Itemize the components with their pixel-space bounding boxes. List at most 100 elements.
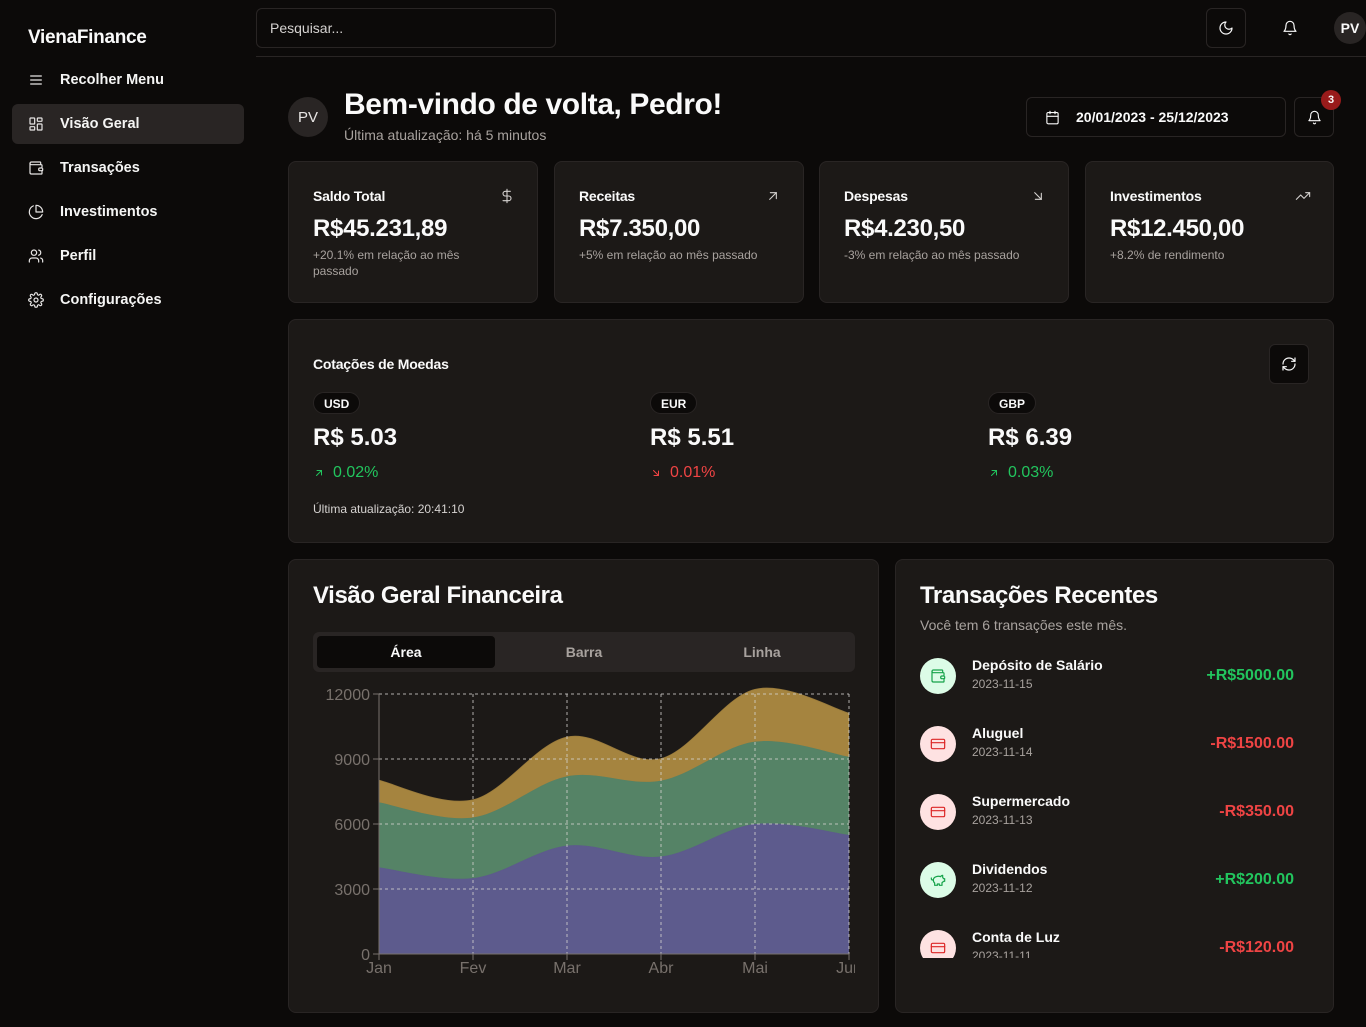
pie-chart-icon [28, 204, 44, 220]
sidebar-nav: Recolher Menu Visão Geral Transações Inv… [12, 60, 244, 324]
sidebar-item-label: Investimentos [60, 204, 158, 220]
sidebar-item-label: Transações [60, 160, 140, 176]
date-range-picker[interactable]: 20/01/2023 - 25/12/2023 [1026, 97, 1286, 137]
menu-icon [30, 75, 42, 85]
y-tick-label: 6000 [334, 817, 370, 834]
list-item[interactable]: Depósito de Salário 2023-11-15 +R$5000.0… [920, 656, 1294, 724]
list-item[interactable]: Supermercado 2023-11-13 -R$350.00 [920, 792, 1294, 860]
currency-change-value: 0.01% [670, 464, 716, 481]
arrow-up-right-icon [765, 188, 781, 204]
currency-quotes-title: Cotações de Moedas [313, 356, 449, 372]
sidebar-item-transactions[interactable]: Transações [12, 148, 244, 188]
transaction-name: Aluguel [972, 725, 1024, 741]
transaction-date: 2023-11-11 [972, 949, 1032, 958]
transaction-date: 2023-11-12 [972, 881, 1033, 895]
sidebar-item-label: Recolher Menu [60, 72, 164, 88]
calendar-icon [1046, 110, 1059, 124]
currency-quotes-card: Cotações de Moedas USD R$ 5.03 0.02% EUR… [288, 319, 1334, 543]
currency-code-badge: EUR [650, 392, 698, 414]
stat-card-income: Receitas R$7.350,00 +5% em relação ao mê… [554, 161, 804, 303]
stat-value: R$45.231,89 [313, 215, 448, 242]
page-title: Bem-vindo de volta, Pedro! [344, 88, 722, 121]
currency-change-value: 0.03% [1008, 464, 1054, 481]
chart-title: Visão Geral Financeira [313, 582, 563, 609]
currency-code-badge: GBP [988, 392, 1037, 414]
dollar-icon-svg [502, 188, 512, 204]
y-tick-label: 3000 [334, 882, 370, 899]
sidebar-item-label: Configurações [60, 292, 162, 308]
financial-overview-card: Visão Geral Financeira Área Barra Linha … [288, 559, 879, 1013]
date-range-label: 20/01/2023 - 25/12/2023 [1076, 109, 1229, 125]
stat-value: R$12.450,00 [1110, 215, 1245, 242]
currency-usd: USD R$ 5.03 0.02% [313, 392, 613, 482]
transaction-amount: -R$350.00 [1219, 803, 1294, 820]
area-chart: 030006000900012000JanFevMarAbrMaiJun [326, 687, 856, 977]
transaction-amount: +R$5000.00 [1206, 667, 1294, 684]
sidebar-item-profile[interactable]: Perfil [12, 236, 244, 276]
brand-logo: VienaFinance [28, 27, 147, 48]
sidebar-item-overview[interactable]: Visão Geral [12, 104, 244, 144]
x-tick-label: Jan [366, 960, 392, 977]
transaction-date: 2023-11-13 [972, 813, 1033, 827]
transaction-name: Dividendos [972, 861, 1048, 877]
currency-value: R$ 5.03 [313, 424, 398, 451]
currency-change: 0.02% [313, 464, 613, 482]
stat-title: Investimentos [1110, 188, 1202, 204]
sidebar-item-collapse-menu[interactable]: Recolher Menu [12, 60, 244, 100]
stat-subtext: -3% em relação ao mês passado [844, 248, 1020, 262]
sidebar-item-label: Perfil [60, 248, 97, 264]
sidebar: VienaFinance Recolher Menu Visão Geral T… [0, 0, 256, 1027]
list-item[interactable]: Conta de Luz 2023-11-11 -R$120.00 [920, 928, 1294, 958]
transaction-date: 2023-11-14 [972, 745, 1033, 759]
x-tick-label: Mar [553, 960, 581, 977]
piggy-bank-icon [930, 874, 946, 886]
gear-icon [28, 292, 44, 308]
tab-area[interactable]: Área [317, 636, 495, 668]
tab-line[interactable]: Linha [673, 636, 851, 668]
stat-card-investments: Investimentos R$12.450,00 +8.2% de rendi… [1085, 161, 1334, 303]
currency-value: R$ 5.51 [650, 424, 735, 451]
moon-icon [1219, 21, 1233, 35]
stat-subtext: +8.2% de rendimento [1110, 248, 1225, 262]
currency-eur: EUR R$ 5.51 0.01% [650, 392, 950, 482]
tab-bar[interactable]: Barra [495, 636, 673, 668]
arrow-up-right-icon [316, 470, 322, 476]
x-tick-label: Abr [649, 960, 675, 977]
bell-icon [1307, 110, 1321, 124]
list-item[interactable]: Aluguel 2023-11-14 -R$1500.00 [920, 724, 1294, 792]
refresh-button[interactable] [1269, 344, 1309, 384]
transaction-icon [920, 726, 956, 762]
list-item[interactable]: Dividendos 2023-11-12 +R$200.00 [920, 860, 1294, 928]
chart-type-tabs: Área Barra Linha [313, 632, 855, 672]
dollar-icon [499, 188, 515, 204]
last-update-text: Última atualização: há 5 minutos [344, 127, 547, 143]
arrow-down-right-icon-svg [1034, 192, 1042, 200]
recent-transactions-card: Transações Recentes Você tem 6 transaçõe… [895, 559, 1334, 1013]
topbar: PV [256, 0, 1366, 57]
notifications-button[interactable] [1270, 8, 1310, 48]
sidebar-item-settings[interactable]: Configurações [12, 280, 244, 320]
stat-subtext: +20.1% em relação ao mês passado [313, 248, 460, 278]
theme-toggle-button[interactable] [1206, 8, 1246, 48]
currency-value: R$ 6.39 [988, 424, 1073, 451]
refresh-icon [1282, 357, 1296, 371]
currency-code-badge: USD [313, 392, 361, 414]
stat-title: Receitas [579, 188, 635, 204]
credit-card-icon [930, 738, 946, 750]
stat-card-total-balance: Saldo Total R$45.231,89 +20.1% em relaçã… [288, 161, 538, 303]
transaction-icon [920, 930, 956, 958]
stat-value: R$4.230,50 [844, 215, 966, 242]
transaction-icon [920, 862, 956, 898]
stat-title: Despesas [844, 188, 908, 204]
users-icon [28, 249, 44, 263]
avatar: PV [288, 97, 328, 137]
search-input[interactable] [256, 8, 556, 48]
transaction-name: Depósito de Salário [972, 657, 1103, 673]
sidebar-item-investments[interactable]: Investimentos [12, 192, 244, 232]
credit-card-icon [930, 806, 946, 818]
transaction-icon [920, 794, 956, 830]
stat-title: Saldo Total [313, 188, 386, 204]
transaction-name: Supermercado [972, 793, 1071, 809]
transaction-amount: +R$200.00 [1215, 871, 1294, 888]
user-avatar[interactable]: PV [1334, 12, 1366, 44]
